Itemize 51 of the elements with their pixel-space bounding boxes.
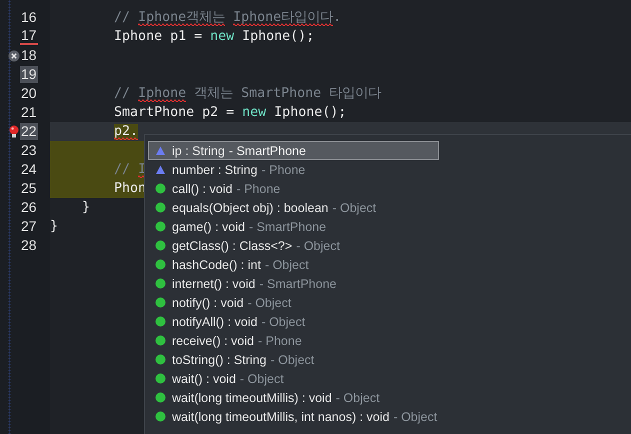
- completion-item[interactable]: game() : void - SmartPhone: [148, 217, 439, 236]
- circle-icon: [155, 392, 166, 403]
- line-number: 24: [20, 161, 38, 178]
- completion-item[interactable]: internet() : void - SmartPhone: [148, 274, 439, 293]
- triangle-icon: [155, 164, 166, 175]
- line-number: 26: [20, 199, 38, 216]
- circle-icon: [155, 240, 166, 251]
- circle-icon: [155, 278, 166, 289]
- completion-item[interactable]: notify() : void - Object: [148, 293, 439, 312]
- completion-item[interactable]: hashCode() : int - Object: [148, 255, 439, 274]
- completion-item[interactable]: number : String - Phone: [148, 160, 439, 179]
- completion-item[interactable]: toString() : String - Object: [148, 350, 439, 369]
- line-number: 20: [20, 85, 38, 102]
- line-number: 16: [20, 9, 38, 26]
- lightbulb-icon[interactable]: [9, 125, 19, 138]
- circle-icon: [155, 316, 166, 327]
- circle-icon: [155, 373, 166, 384]
- code-line: // Iphone 객체는 SmartPhone 타입이다: [113, 85, 382, 102]
- line-number: 28: [20, 237, 38, 254]
- code-line: }: [50, 218, 58, 235]
- code-line: }: [81, 199, 90, 216]
- code-line: // Iphone객체는 Iphone타입이다.: [113, 9, 342, 26]
- error-icon[interactable]: [8, 50, 20, 62]
- completion-item[interactable]: ip : String - SmartPhone: [148, 141, 439, 160]
- completion-item[interactable]: wait(long timeoutMillis, int nanos) : void - Object: [148, 407, 439, 426]
- completion-item[interactable]: wait() : void - Object: [148, 369, 439, 388]
- code-line: Iphone p1 = new Iphone();: [113, 28, 314, 45]
- circle-icon: [155, 354, 166, 365]
- code-line: SmartPhone p2 = new Iphone();: [113, 104, 346, 121]
- completion-item[interactable]: receive() : void - Phone: [148, 331, 439, 350]
- line-number: 17: [20, 28, 38, 45]
- line-number: 18: [20, 47, 38, 64]
- line-number: 22: [20, 123, 38, 140]
- line-number: 19: [20, 66, 38, 83]
- circle-icon: [155, 202, 166, 213]
- completion-item[interactable]: getClass() : Class<?> - Object: [148, 236, 439, 255]
- circle-icon: [155, 411, 166, 422]
- circle-icon: [155, 335, 166, 346]
- triangle-icon: [155, 145, 166, 156]
- circle-icon: [155, 183, 166, 194]
- completion-item[interactable]: wait(long timeoutMillis) : void - Object: [148, 388, 439, 407]
- circle-icon: [155, 221, 166, 232]
- circle-icon: [155, 297, 166, 308]
- line-number: 21: [20, 104, 38, 121]
- completion-item[interactable]: call() : void - Phone: [148, 179, 439, 198]
- line-number: 23: [20, 142, 38, 159]
- circle-icon: [155, 259, 166, 270]
- completion-item[interactable]: equals(Object obj) : boolean - Object: [148, 198, 439, 217]
- line-number: 27: [20, 218, 38, 235]
- completion-item[interactable]: notifyAll() : void - Object: [148, 312, 439, 331]
- line-number: 25: [20, 180, 38, 197]
